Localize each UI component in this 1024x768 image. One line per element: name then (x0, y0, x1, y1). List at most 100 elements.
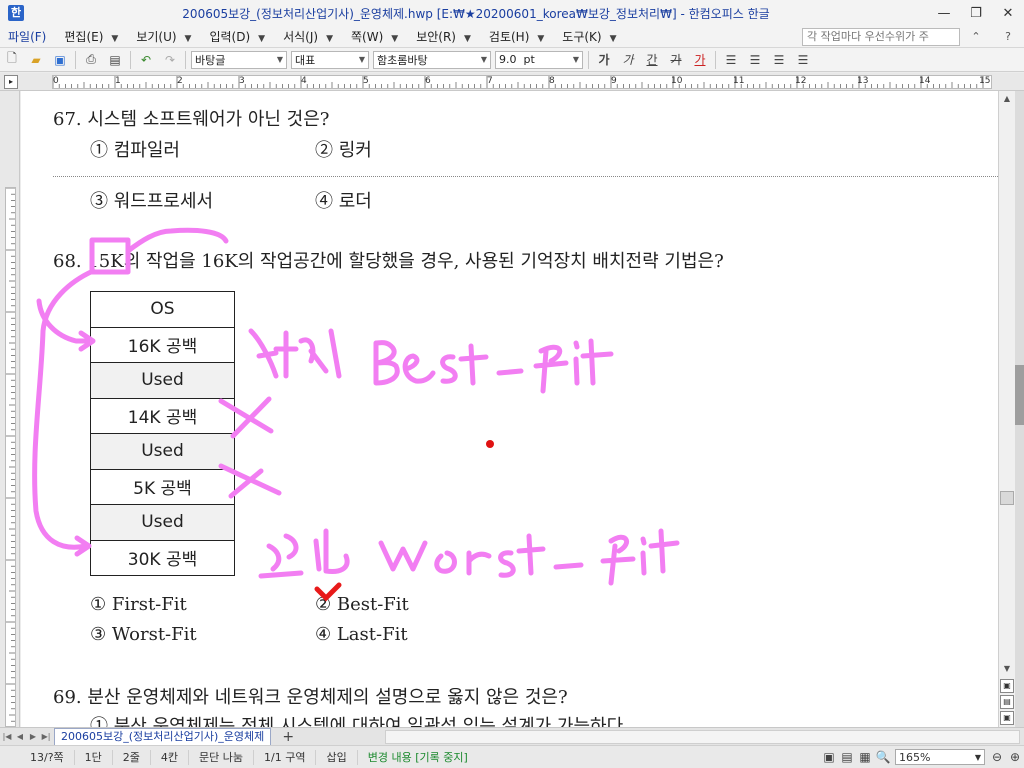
zoom-select[interactable]: 165% ▼ (895, 749, 985, 765)
zoom-out-icon[interactable]: ⊖ (988, 750, 1006, 764)
menu-review[interactable]: 검토(H) ▼ (481, 28, 554, 45)
handwriting-fit-latin (533, 344, 569, 394)
document-page[interactable]: 67. 시스템 소프트웨어가 아닌 것은? ① 컴파일러 ② 링커 ③ 워드프로… (21, 91, 998, 727)
laser-pointer-dot (486, 440, 494, 448)
align-right-icon[interactable]: ☰ (792, 50, 814, 70)
collapse-ribbon-icon[interactable]: ⌃ (960, 30, 992, 43)
font-size-select[interactable]: 9.0 pt ▼ (495, 50, 583, 69)
menu-edit-label: 편집(E) (64, 30, 104, 44)
status-page[interactable]: 13/?쪽 (0, 749, 75, 765)
handwriting-best-latin (373, 340, 400, 386)
q68-option-4: ④ Last-Fit (315, 624, 408, 645)
prev-tab-icon[interactable]: ◀ (14, 730, 26, 744)
status-track-changes[interactable]: 변경 내용 [기록 중지] (358, 750, 478, 765)
menu-view[interactable]: 보기(U) ▼ (128, 28, 201, 45)
preview-icon[interactable]: ▤ (104, 50, 126, 70)
document-tab[interactable]: 200605보강_(정보처리산업기사)_운영체제 (54, 728, 272, 745)
save-icon[interactable]: ▣ (49, 50, 71, 70)
new-document-icon[interactable]: 🗋 (1, 50, 23, 70)
command-search-input[interactable] (802, 27, 960, 46)
view-web-icon[interactable]: ▦ (856, 750, 874, 764)
style-select[interactable]: 바탕글 ▼ (191, 50, 287, 69)
align-left-icon[interactable]: ☰ (744, 50, 766, 70)
vertical-ruler[interactable] (0, 91, 20, 727)
vertical-scrollbar[interactable]: ▲ ▼ ▣ ▤ ▣ (998, 91, 1015, 727)
chevron-down-icon: ▼ (276, 55, 283, 64)
strikethrough-button[interactable]: 가 (665, 50, 687, 70)
side-panel-edge[interactable] (1015, 91, 1024, 727)
ruler-toggle-icon[interactable]: ▸ (4, 75, 18, 89)
menu-edit[interactable]: 편집(E) ▼ (56, 28, 128, 45)
status-line: 2줄 (113, 749, 151, 765)
menu-page[interactable]: 쪽(W) ▼ (343, 28, 408, 45)
horizontal-ruler[interactable]: 0 1 2 3 4 5 6 7 8 9 10 11 12 13 14 15 (52, 75, 992, 89)
print-icon[interactable]: ⎙ (80, 50, 102, 70)
chevron-down-icon: ▼ (537, 34, 545, 44)
page-icon[interactable]: ▤ (1000, 695, 1014, 709)
q67-option-4: ④ 로더 (315, 191, 372, 212)
q69-question: 69. 분산 운영체제와 네트워크 운영체제의 설명으로 옳지 않은 것은? (53, 687, 568, 708)
scroll-down-icon[interactable]: ▼ (999, 661, 1015, 677)
chevron-down-icon: ▼ (572, 55, 579, 64)
ruler-number: 4 (301, 76, 307, 86)
menu-view-label: 보기(U) (136, 30, 177, 44)
scroll-thumb[interactable] (1000, 491, 1014, 505)
font-select[interactable]: 함초롬바탕 ▼ (373, 50, 491, 69)
chevron-down-icon: ▼ (184, 34, 192, 44)
help-button[interactable]: ? (992, 30, 1024, 43)
language-select[interactable]: 대표 ▼ (291, 50, 369, 69)
zoom-icon[interactable]: 🔍 (874, 750, 892, 764)
status-paragraph: 문단 나눔 (189, 749, 255, 765)
menu-bar: 파일(F) 편집(E) ▼ 보기(U) ▼ 입력(D) ▼ 서식(J) ▼ 쪽(W) ▼ … (0, 26, 1024, 48)
close-button[interactable]: ✕ (992, 0, 1024, 26)
menu-format[interactable]: 서식(J) ▼ (275, 28, 343, 45)
view-page-icon[interactable]: ▤ (838, 750, 856, 764)
toolbar: 🗋 ▰ ▣ ⎙ ▤ ↶ ↷ 바탕글 ▼ 대표 ▼ 함초롬바탕 ▼ 9.0 pt ▼ 가 … (0, 48, 1024, 72)
chevron-down-icon: ▼ (326, 34, 333, 44)
next-tab-icon[interactable]: ▶ (27, 730, 39, 744)
prev-page-icon[interactable]: ▣ (1000, 679, 1014, 693)
ruler-number: 8 (549, 76, 555, 86)
menu-tools[interactable]: 도구(K) ▼ (554, 28, 626, 45)
scroll-up-icon[interactable]: ▲ (999, 91, 1015, 107)
status-insert-mode[interactable]: 삽입 (316, 749, 358, 765)
ruler-number: 2 (177, 76, 183, 86)
horizontal-scrollbar[interactable] (385, 729, 1020, 744)
ruler-number: 7 (487, 76, 493, 86)
chevron-down-icon: ▼ (258, 34, 266, 44)
italic-button[interactable]: 가 (617, 50, 639, 70)
first-tab-icon[interactable]: |◀ (1, 730, 13, 744)
menu-security[interactable]: 보안(R) ▼ (408, 28, 481, 45)
menu-format-label: 서식(J) (283, 30, 319, 44)
open-folder-icon[interactable]: ▰ (25, 50, 47, 70)
status-section: 1/1 구역 (254, 749, 317, 765)
redo-icon[interactable]: ↷ (159, 50, 181, 70)
menu-insert[interactable]: 입력(D) ▼ (201, 28, 275, 45)
font-color-button[interactable]: 가 (689, 50, 711, 70)
arrow-curve-left (32, 268, 96, 550)
add-tab-button[interactable]: + (271, 729, 305, 745)
restore-button[interactable]: ❐ (960, 0, 992, 26)
align-justify-icon[interactable]: ☰ (720, 50, 742, 70)
menu-tools-label: 도구(K) (562, 30, 602, 44)
menu-insert-label: 입력(D) (209, 30, 251, 44)
handwriting-best-latin-3 (440, 354, 458, 384)
side-panel-toggle[interactable] (1015, 365, 1024, 425)
page-break-line (53, 176, 998, 177)
bold-button[interactable]: 가 (593, 50, 615, 70)
last-tab-icon[interactable]: ▶| (40, 730, 52, 744)
underline-button[interactable]: 간 (641, 50, 663, 70)
q67-question: 67. 시스템 소프트웨어가 아닌 것은? (53, 109, 330, 130)
align-center-icon[interactable]: ☰ (768, 50, 790, 70)
undo-icon[interactable]: ↶ (135, 50, 157, 70)
next-page-icon[interactable]: ▣ (1000, 711, 1014, 725)
status-right-tools: ▣ ▤ ▦ 🔍 165% ▼ ⊖ ⊕ (820, 749, 1024, 765)
menu-security-label: 보안(R) (416, 30, 456, 44)
zoom-in-icon[interactable]: ⊕ (1006, 750, 1024, 764)
window-title: 200605보강_(정보처리산업기사)_운영체제.hwp [E:₩★202006… (182, 6, 770, 21)
view-normal-icon[interactable]: ▣ (820, 750, 838, 764)
q67-option-2: ② 링커 (315, 140, 372, 161)
handwriting-fit-latin-3 (580, 338, 614, 386)
minimize-button[interactable]: — (928, 0, 960, 26)
menu-file[interactable]: 파일(F) (0, 28, 56, 45)
